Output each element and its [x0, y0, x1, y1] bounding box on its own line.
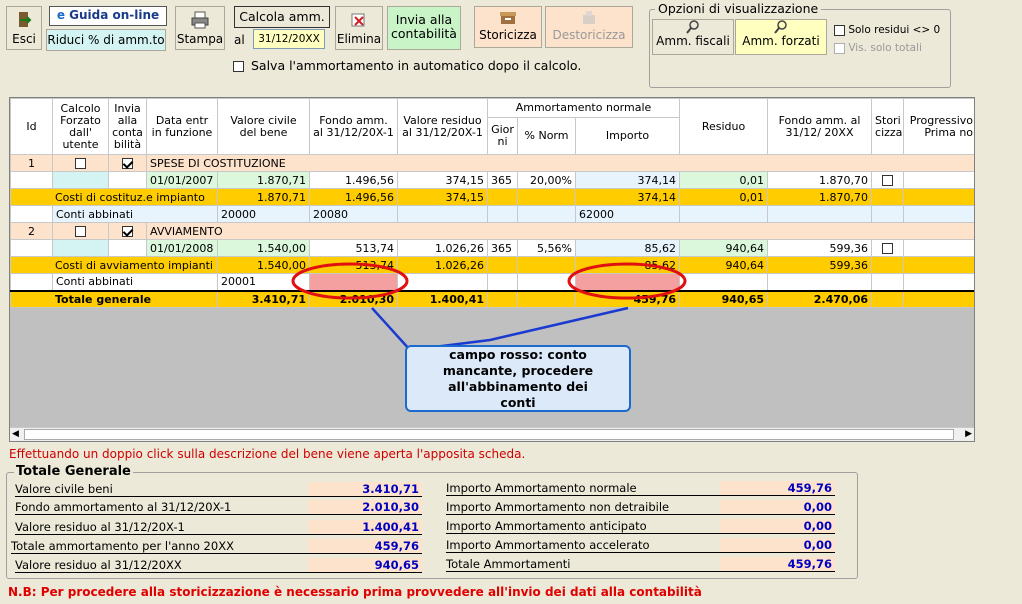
summary-right-label: Importo Ammortamento non detraibile — [446, 500, 720, 515]
summary-right-value: 459,76 — [720, 481, 835, 496]
summary-right-label: Importo Ammortamento accelerato — [446, 538, 720, 553]
hint-text: Effettuando un doppio click sulla descri… — [9, 447, 526, 461]
summary-left-label: Valore residuo al 31/12/20X-1 — [15, 520, 308, 535]
summary-right-label: Totale Ammortamenti — [446, 557, 720, 572]
summary-right-value: 459,76 — [720, 557, 835, 572]
callout-line — [371, 306, 629, 352]
summary-left-label: Totale ammortamento per l'anno 20XX — [11, 539, 308, 554]
summary-right-value: 0,00 — [720, 500, 835, 515]
summary-left-value: 2.010,30 — [308, 500, 422, 515]
summary-left-label: Valore civile beni — [15, 482, 308, 497]
summary-title: Totale Generale — [14, 464, 133, 479]
summary-right-label: Importo Ammortamento anticipato — [446, 519, 720, 534]
red-ellipse-importo — [567, 262, 687, 300]
red-ellipse-fondo — [291, 262, 409, 300]
callout-box: campo rosso: conto mancante, procedere a… — [405, 345, 631, 412]
summary-left-label: Valore residuo al 31/12/20XX — [15, 558, 308, 573]
summary-right-value: 0,00 — [720, 519, 835, 534]
summary-left-label: Fondo ammortamento al 31/12/20X-1 — [15, 500, 308, 515]
nb-note: N.B: Per procedere alla storicizzazione … — [8, 585, 702, 599]
summary-left-value: 940,65 — [308, 558, 422, 573]
summary-left-value: 1.400,41 — [308, 520, 422, 535]
summary-left-value: 3.410,71 — [308, 482, 422, 497]
summary-left-value: 459,76 — [308, 539, 422, 554]
summary-right-label: Importo Ammortamento normale — [446, 481, 720, 496]
summary-right-value: 0,00 — [720, 538, 835, 553]
callout-text: campo rosso: conto mancante, procedere a… — [442, 346, 594, 410]
